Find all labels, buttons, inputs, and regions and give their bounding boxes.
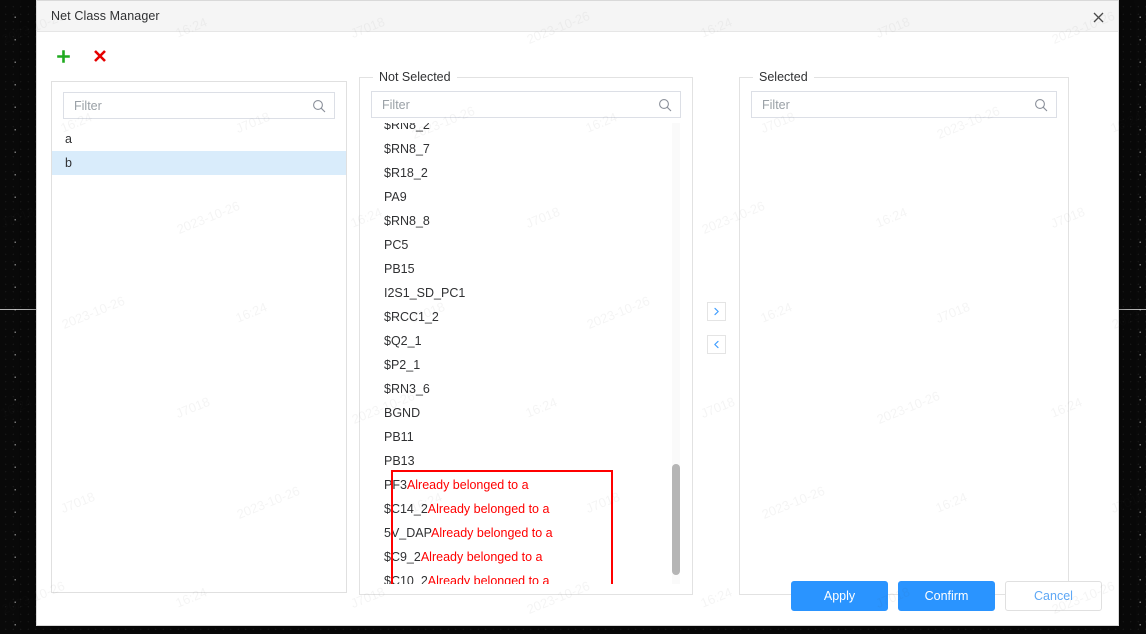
- add-class-button[interactable]: [51, 44, 75, 68]
- net-class-manager-dialog: Net Class Manager Filter a b Not Selecte…: [36, 0, 1119, 626]
- not-selected-filter-input[interactable]: [372, 92, 680, 117]
- net-class-list-panel: ab: [51, 81, 347, 593]
- net-name: PF3: [384, 478, 407, 492]
- net-name: $RN8_7: [384, 142, 430, 156]
- selected-list-area[interactable]: [751, 123, 1057, 584]
- net-name: PB15: [384, 262, 415, 276]
- chevron-right-icon[interactable]: [706, 302, 726, 321]
- net-name: PB11: [384, 430, 414, 444]
- selected-filter-box[interactable]: [751, 91, 1057, 118]
- dialog-footer: Apply Confirm Cancel: [791, 581, 1102, 611]
- net-list-item[interactable]: $R18_2: [371, 161, 681, 185]
- dialog-body: ab Not Selected $RN8_2$RN8_7$R18_2PA9$RN…: [37, 32, 1118, 625]
- net-name: PA9: [384, 190, 407, 204]
- net-name: $R18_2: [384, 166, 428, 180]
- net-list-item[interactable]: BGND: [371, 401, 681, 425]
- net-list-item[interactable]: $P2_1: [371, 353, 681, 377]
- net-conflict-warning: Already belonged to a: [406, 478, 529, 492]
- net-list-item[interactable]: $C9_2Already belonged to a: [371, 545, 681, 569]
- net-list-item[interactable]: $RN8_2: [371, 123, 681, 137]
- net-list-item[interactable]: $Q2_1: [371, 329, 681, 353]
- net-name: $Q2_1: [384, 334, 422, 348]
- class-list: ab: [52, 127, 346, 175]
- net-name: I2S1_SD_PC1: [384, 286, 466, 300]
- cancel-button[interactable]: Cancel: [1005, 581, 1102, 611]
- net-conflict-warning: Already belonged to a: [431, 526, 553, 540]
- not-selected-list-area[interactable]: $RN8_2 $RN8_7 $R18_2 PA9 $RN8_8 PC5 PB15 I2S1_S…: [371, 123, 681, 584]
- net-list-item[interactable]: PF3Already belonged to a: [371, 473, 681, 497]
- net-conflict-warning: Already belonged to a: [420, 550, 543, 564]
- net-list-item[interactable]: $RN8_7: [371, 137, 681, 161]
- net-list-item[interactable]: $RN3_6: [371, 377, 681, 401]
- net-name: $C14_2: [384, 502, 428, 516]
- net-list-item[interactable]: PB15: [371, 257, 681, 281]
- class-list-item[interactable]: b: [52, 151, 346, 175]
- class-toolbar: [51, 44, 112, 68]
- net-name: PC5: [384, 238, 409, 252]
- class-list-item-label: b: [65, 156, 72, 170]
- net-list-item[interactable]: I2S1_SD_PC1: [371, 281, 681, 305]
- net-list-item[interactable]: PC5: [371, 233, 681, 257]
- class-filter-box[interactable]: [63, 92, 335, 119]
- not-selected-list: $RN8_2 $RN8_7 $R18_2 PA9 $RN8_8 PC5 PB15 I2S1_S…: [371, 123, 681, 584]
- selected-group: Selected: [739, 70, 1069, 595]
- net-name: BGND: [384, 406, 421, 420]
- chevron-left-icon[interactable]: [706, 335, 726, 354]
- net-list-item[interactable]: $C10_2Already belonged to a: [371, 569, 681, 584]
- class-list-item-label: a: [65, 132, 72, 146]
- net-conflict-warning: Already belonged to a: [427, 502, 550, 516]
- dialog-titlebar: Net Class Manager: [37, 1, 1118, 32]
- net-name: $C10_2: [384, 574, 428, 584]
- class-filter-input[interactable]: [64, 93, 334, 118]
- watermark-text: 16:24: [0, 394, 35, 421]
- net-conflict-warning: Already belonged to a: [427, 574, 550, 584]
- transfer-buttons: [698, 302, 734, 354]
- net-list-item[interactable]: $C14_2Already belonged to a: [371, 497, 681, 521]
- not-selected-group: Not Selected $RN8_2$RN8_7$R18_2PA9$RN8_8…: [359, 70, 693, 595]
- confirm-button[interactable]: Confirm: [898, 581, 995, 611]
- net-list-item[interactable]: PB11: [371, 425, 681, 449]
- class-list-item[interactable]: a: [52, 127, 346, 151]
- net-name: $P2_1: [384, 358, 421, 372]
- net-name: $RCC1_2: [384, 310, 439, 324]
- net-list-item[interactable]: PA9: [371, 185, 681, 209]
- net-name: 5V_DAP: [384, 526, 432, 540]
- net-list-item[interactable]: 5V_DAPAlready belonged to a: [371, 521, 681, 545]
- scrollbar-thumb[interactable]: [672, 464, 680, 575]
- apply-button[interactable]: Apply: [791, 581, 888, 611]
- close-icon[interactable]: [1086, 5, 1110, 29]
- net-name: $RN8_2: [384, 123, 430, 132]
- not-selected-scrollbar[interactable]: [672, 123, 680, 584]
- net-list-item[interactable]: PB13: [371, 449, 681, 473]
- delete-class-button[interactable]: [88, 44, 112, 68]
- not-selected-filter-box[interactable]: [371, 91, 681, 118]
- dialog-title: Net Class Manager: [51, 9, 160, 23]
- net-name: $RN3_6: [384, 382, 430, 396]
- selected-filter-input[interactable]: [752, 92, 1056, 117]
- net-name: PB13: [384, 454, 415, 468]
- net-name: $C9_2: [384, 550, 421, 564]
- net-name: $RN8_8: [384, 214, 430, 228]
- net-list-item[interactable]: $RCC1_2: [371, 305, 681, 329]
- watermark-text: J7018: [0, 203, 37, 232]
- net-list-item[interactable]: $RN8_8: [371, 209, 681, 233]
